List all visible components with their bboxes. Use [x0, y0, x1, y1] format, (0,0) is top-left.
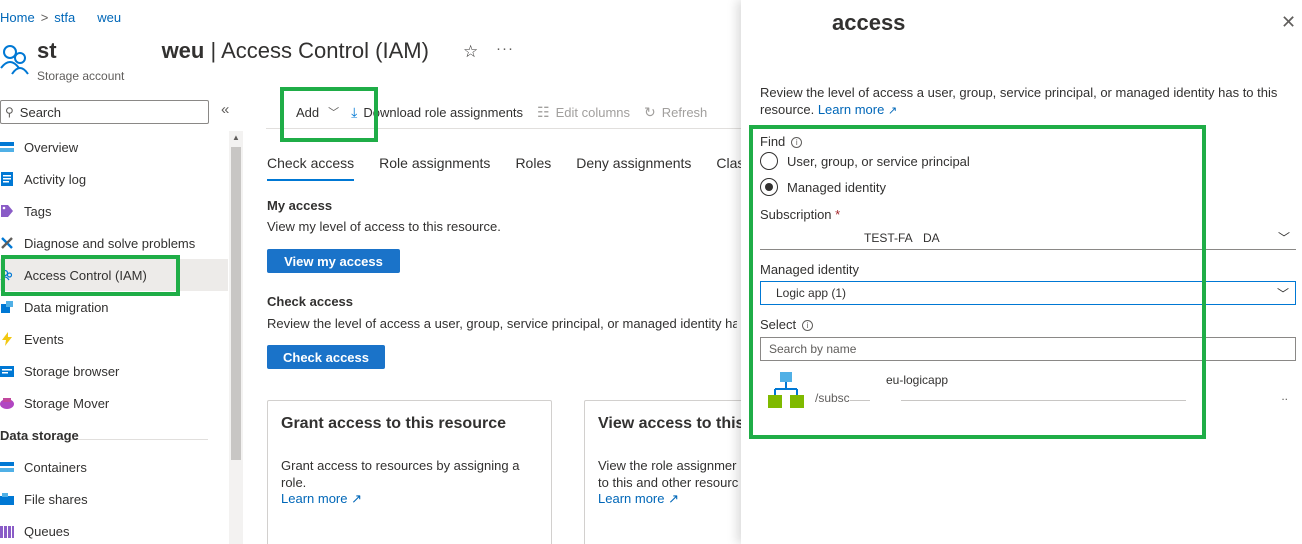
breadcrumb-separator: > — [40, 10, 49, 25]
chevron-down-icon: ﹀ — [1277, 231, 1290, 245]
tab-bar: Check access Role assignments Roles Deny… — [267, 155, 776, 181]
sidebar-item-label: Events — [24, 331, 64, 347]
sidebar-item-label: File shares — [24, 491, 88, 507]
tab-deny-assignments[interactable]: Deny assignments — [576, 155, 691, 181]
scroll-up-icon[interactable]: ▲ — [232, 133, 240, 142]
sidebar-item-label: Tags — [24, 203, 52, 219]
sidebar-item-containers[interactable]: Containers — [0, 451, 228, 483]
sidebar-item-storage-mover[interactable]: Storage Mover — [0, 387, 228, 419]
refresh-icon: ↻ — [644, 103, 656, 120]
sidebar-item-activity-log[interactable]: Activity log — [0, 163, 228, 195]
sidebar-item-label: Storage Mover — [24, 395, 110, 411]
resource-type: Storage account — [37, 69, 125, 83]
storage-mover-icon — [0, 398, 14, 409]
grant-access-card: Grant access to this resource Grant acce… — [267, 400, 552, 544]
activity-log-icon — [1, 172, 13, 186]
scrollbar-thumb[interactable] — [231, 147, 241, 460]
external-link-icon: ↗ — [351, 491, 363, 506]
my-access-title: My access — [267, 198, 333, 213]
sidebar-item-tags[interactable]: Tags — [0, 195, 228, 227]
breadcrumb-home[interactable]: Home — [0, 10, 35, 25]
queues-icon — [0, 526, 14, 538]
tab-role-assignments[interactable]: Role assignments — [379, 155, 490, 181]
collapse-icon[interactable]: « — [221, 101, 229, 118]
sidebar-item-events[interactable]: Events — [0, 323, 228, 355]
people-icon — [0, 45, 29, 75]
learn-more-label: Learn more — [598, 491, 665, 506]
sidebar-item-label: Queues — [24, 523, 70, 539]
external-link-icon: ↗ — [887, 105, 898, 117]
sidebar-section-data-storage: Data storage — [0, 427, 79, 443]
check-access-text: Review the level of access a user, group… — [267, 316, 737, 331]
sidebar-scrollbar[interactable]: ▲ — [229, 131, 243, 544]
star-icon[interactable]: ☆ — [463, 42, 478, 62]
search-input[interactable]: ⚲ Search — [0, 100, 209, 124]
data-migration-icon — [1, 301, 13, 313]
search-icon: ⚲ — [5, 105, 14, 119]
tab-roles[interactable]: Roles — [515, 155, 551, 181]
more-icon[interactable]: ··· — [496, 40, 514, 57]
highlight-check-access-form — [749, 125, 1206, 439]
file-shares-icon — [0, 493, 14, 505]
breadcrumb: Home > stfa weu — [0, 10, 121, 25]
refresh-label: Refresh — [661, 104, 708, 120]
sidebar-item-storage-browser[interactable]: Storage browser — [0, 355, 228, 387]
sidebar-item-label: Containers — [24, 459, 87, 475]
card-text: View the role assignmer to this and othe… — [598, 458, 739, 490]
sidebar-item-label: Data migration — [24, 299, 109, 315]
check-access-button[interactable]: Check access — [267, 345, 385, 369]
sidebar-item-label: Storage browser — [24, 363, 120, 379]
card-text: Grant access to resources by assigning a… — [281, 458, 520, 490]
wrench-icon — [1, 237, 13, 249]
tag-icon — [1, 205, 13, 217]
search-placeholder: Search — [19, 104, 61, 120]
sidebar-item-label: Activity log — [24, 171, 87, 187]
resource-name-prefix: st — [37, 38, 57, 63]
sidebar-item-label: Diagnose and solve problems — [24, 235, 196, 251]
check-access-title: Check access — [267, 294, 354, 309]
breadcrumb-resource[interactable]: stfa — [54, 10, 75, 25]
lightning-icon — [2, 332, 12, 346]
sidebar-item-label: Overview — [24, 139, 79, 155]
more-icon[interactable]: .. — [1281, 389, 1288, 403]
containers-icon — [0, 462, 14, 472]
card-title: Grant access to this resource — [281, 415, 506, 432]
overview-icon — [0, 142, 14, 152]
resource-name-suffix: weu — [161, 38, 205, 63]
columns-icon: ☷ — [537, 103, 550, 120]
page-name: Access Control (IAM) — [221, 38, 429, 63]
view-my-access-button[interactable]: View my access — [267, 249, 400, 273]
panel-title: access — [832, 10, 906, 35]
sidebar-item-queues[interactable]: Queues — [0, 515, 228, 544]
page-title: st weu | Access Control (IAM) — [37, 38, 429, 64]
edit-columns-button[interactable]: ☷ Edit columns — [537, 104, 630, 121]
sidebar-item-file-shares[interactable]: File shares — [0, 483, 228, 515]
sidebar-item-overview[interactable]: Overview — [0, 131, 228, 163]
learn-more-label: Learn more — [817, 102, 885, 117]
tab-check-access[interactable]: Check access — [267, 155, 355, 181]
highlight-add — [280, 87, 378, 142]
title-separator: | — [204, 38, 222, 63]
highlight-access-control — [1, 255, 180, 296]
breadcrumb-resource-suffix[interactable]: weu — [97, 10, 121, 25]
panel-description: Review the level of access a user, group… — [760, 84, 1290, 120]
refresh-button[interactable]: ↻ Refresh — [644, 104, 707, 121]
chevron-down-icon: ﹀ — [1276, 286, 1289, 301]
download-label: Download role assignments — [363, 104, 524, 120]
my-access-text: View my level of access to this resource… — [267, 219, 501, 234]
sidebar: Overview Activity log Tags Diagnose and … — [0, 131, 228, 544]
learn-more-link[interactable]: Learn more ↗ — [281, 491, 538, 507]
close-icon[interactable]: ✕ — [1281, 12, 1296, 33]
storage-browser-icon — [0, 366, 14, 377]
learn-more-link[interactable]: Learn more ↗ — [818, 102, 897, 117]
learn-more-label: Learn more — [281, 491, 348, 506]
external-link-icon: ↗ — [668, 491, 680, 506]
edit-columns-label: Edit columns — [555, 104, 631, 120]
